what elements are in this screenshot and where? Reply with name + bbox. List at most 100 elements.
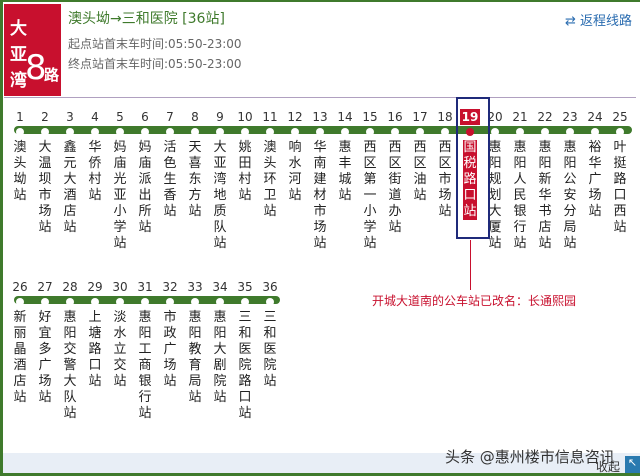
station-name: 三和医院站 xyxy=(263,310,277,389)
station-name: 西区油站 xyxy=(413,140,427,203)
station-5[interactable]: 5 妈庙光亚小学站 xyxy=(110,109,130,251)
station-name: 叶挺路口西站 xyxy=(613,140,627,235)
station-name: 淡水立交站 xyxy=(113,310,127,389)
station-3[interactable]: 3 鑫元大酒店站 xyxy=(60,109,80,235)
station-name: 澳头环卫站 xyxy=(263,140,277,219)
station-number: 12 xyxy=(287,110,303,124)
station-dot xyxy=(341,128,349,136)
station-dot xyxy=(166,298,174,306)
station-number: 8 xyxy=(191,110,199,124)
station-dot xyxy=(191,298,199,306)
station-26[interactable]: 26 新丽晶酒店站 xyxy=(10,279,30,405)
station-number: 31 xyxy=(137,280,153,294)
station-4[interactable]: 4 华侨村站 xyxy=(85,109,105,203)
station-number: 13 xyxy=(312,110,328,124)
collapse-button[interactable]: 收起 xyxy=(596,458,620,475)
station-dot xyxy=(16,128,24,136)
station-name: 三和医院路口站 xyxy=(238,310,252,421)
station-31[interactable]: 31 惠阳工商银行站 xyxy=(135,279,155,421)
station-dot xyxy=(541,128,549,136)
station-number: 21 xyxy=(512,110,528,124)
station-dot xyxy=(416,128,424,136)
station-dot xyxy=(266,128,274,136)
station-name: 澳头坳站 xyxy=(13,140,27,203)
top-border xyxy=(0,0,640,2)
station-number: 26 xyxy=(12,280,28,294)
station-6[interactable]: 6 妈庙派出所站 xyxy=(135,109,155,235)
station-14[interactable]: 14 惠丰城站 xyxy=(335,109,355,203)
station-33[interactable]: 33 惠阳教育局站 xyxy=(185,279,205,405)
station-23[interactable]: 23 惠阳公安分局站 xyxy=(560,109,580,251)
station-name: 天喜东方站 xyxy=(188,140,202,219)
station-name: 响水河站 xyxy=(288,140,302,203)
station-9[interactable]: 9 大亚湾地质队站 xyxy=(210,109,230,251)
station-number: 11 xyxy=(262,110,278,124)
station-32[interactable]: 32 市政广场站 xyxy=(160,279,180,389)
station-dot xyxy=(66,298,74,306)
station-name: 裕华广场站 xyxy=(588,140,602,219)
station-number: 5 xyxy=(116,110,124,124)
station-1[interactable]: 1 澳头坳站 xyxy=(10,109,30,203)
divider xyxy=(4,97,636,98)
collapse-icon[interactable]: ↖ xyxy=(625,456,640,473)
station-34[interactable]: 34 惠阳大剧院站 xyxy=(210,279,230,405)
station-name: 好宜多广场站 xyxy=(38,310,52,405)
last-stop-time: 终点站首末车时间:05:50-23:00 xyxy=(68,57,242,71)
station-number: 24 xyxy=(587,110,603,124)
station-17[interactable]: 17 西区油站 xyxy=(410,109,430,203)
station-35[interactable]: 35 三和医院路口站 xyxy=(235,279,255,421)
route-name-char: 大 xyxy=(10,19,27,39)
station-name: 惠阳公安分局站 xyxy=(563,140,577,251)
station-number: 23 xyxy=(562,110,578,124)
station-number: 3 xyxy=(66,110,74,124)
station-8[interactable]: 8 天喜东方站 xyxy=(185,109,205,219)
station-name: 妈庙光亚小学站 xyxy=(113,140,127,251)
station-name: 大温坝市场站 xyxy=(38,140,52,235)
station-dot xyxy=(91,128,99,136)
station-dot xyxy=(591,128,599,136)
station-24[interactable]: 24 裕华广场站 xyxy=(585,109,605,219)
station-10[interactable]: 10 姚田村站 xyxy=(235,109,255,203)
station-name: 华南建材市场站 xyxy=(313,140,327,251)
station-name: 惠阳人民银行站 xyxy=(513,140,527,251)
station-2[interactable]: 2 大温坝市场站 xyxy=(35,109,55,235)
annotation-arrow xyxy=(470,240,471,290)
rename-note: 开城大道南的公车站已改名：长通熙园 xyxy=(372,294,577,308)
station-number: 33 xyxy=(187,280,203,294)
station-18[interactable]: 18 西区市场站 xyxy=(435,109,455,219)
station-16[interactable]: 16 西区街道办站 xyxy=(385,109,405,235)
station-dot xyxy=(41,128,49,136)
station-number: 29 xyxy=(87,280,103,294)
station-name: 惠丰城站 xyxy=(338,140,352,203)
station-number: 2 xyxy=(41,110,49,124)
station-number: 22 xyxy=(537,110,553,124)
swap-icon: ⇄ xyxy=(564,14,580,29)
station-21[interactable]: 21 惠阳人民银行站 xyxy=(510,109,530,251)
return-route-link[interactable]: ⇄ 返程线路 xyxy=(565,10,632,29)
station-25[interactable]: 25 叶挺路口西站 xyxy=(610,109,630,235)
station-13[interactable]: 13 华南建材市场站 xyxy=(310,109,330,251)
station-number: 7 xyxy=(166,110,174,124)
station-number: 18 xyxy=(437,110,453,124)
station-27[interactable]: 27 好宜多广场站 xyxy=(35,279,55,405)
station-12[interactable]: 12 响水河站 xyxy=(285,109,305,203)
station-number: 17 xyxy=(412,110,428,124)
route-suffix: 路 xyxy=(44,66,60,84)
station-name: 大亚湾地质队站 xyxy=(213,140,227,251)
station-name: 妈庙派出所站 xyxy=(138,140,152,235)
station-name: 惠阳交警大队站 xyxy=(63,310,77,421)
station-name: 惠阳新华书店站 xyxy=(538,140,552,251)
station-7[interactable]: 7 活色生香站 xyxy=(160,109,180,219)
station-number: 6 xyxy=(141,110,149,124)
station-dot xyxy=(491,128,499,136)
station-30[interactable]: 30 淡水立交站 xyxy=(110,279,130,389)
station-name: 华侨村站 xyxy=(88,140,102,203)
station-22[interactable]: 22 惠阳新华书店站 xyxy=(535,109,555,251)
station-15[interactable]: 15 西区第一小学站 xyxy=(360,109,380,251)
station-11[interactable]: 11 澳头环卫站 xyxy=(260,109,280,219)
station-dot xyxy=(116,298,124,306)
station-dot xyxy=(516,128,524,136)
station-36[interactable]: 36 三和医院站 xyxy=(260,279,280,389)
station-28[interactable]: 28 惠阳交警大队站 xyxy=(60,279,80,421)
station-29[interactable]: 29 上塘路口站 xyxy=(85,279,105,389)
